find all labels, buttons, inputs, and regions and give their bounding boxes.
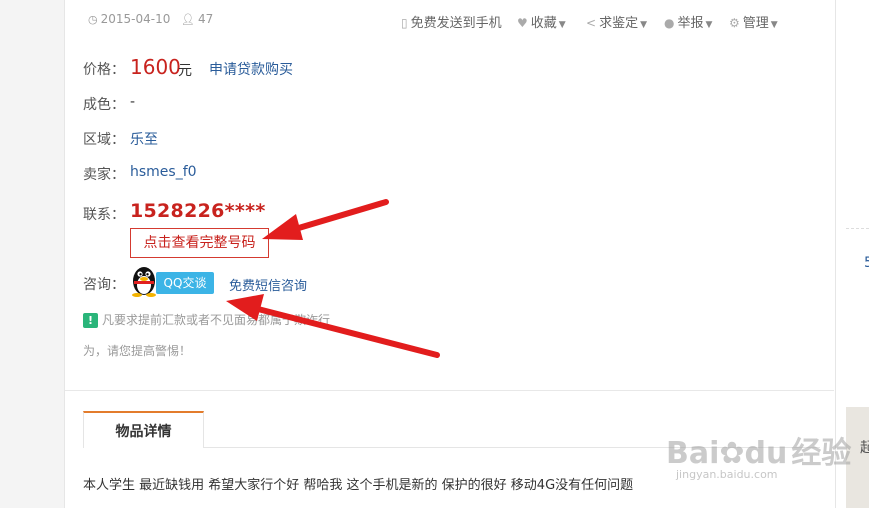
arrow-to-view-button <box>262 199 389 240</box>
annotation-arrows <box>226 199 440 358</box>
arrow-to-qq-button <box>226 294 440 358</box>
